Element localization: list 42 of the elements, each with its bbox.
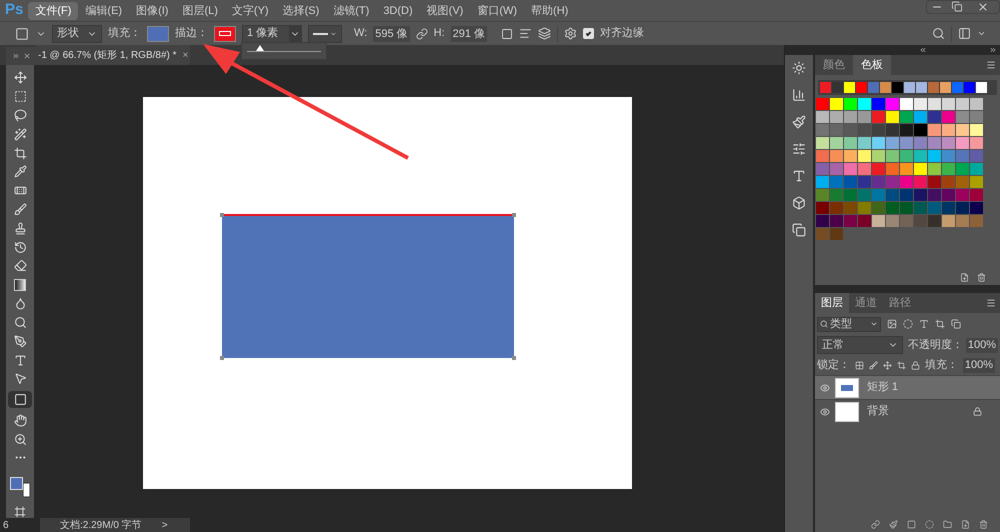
width-field[interactable]: 595 像 xyxy=(373,26,410,42)
menu-item[interactable]: 选择(S) xyxy=(276,2,326,20)
width-label: W: xyxy=(354,26,368,42)
menu-item[interactable]: 滤镜(T) xyxy=(326,2,376,20)
panel-tab[interactable]: 图层 xyxy=(814,293,849,313)
layer-row[interactable]: 背景 xyxy=(814,399,1000,423)
height-field[interactable]: 291 像 xyxy=(450,26,488,42)
document-tab[interactable]: -1 @ 66.7% (矩形 1, RGB/8#) * × xyxy=(36,45,190,65)
zoom-level[interactable]: 6 xyxy=(0,518,40,532)
align-edges-label: 对齐边缘 xyxy=(600,26,644,42)
opacity-label: 不透明度： xyxy=(908,338,963,353)
tab-close[interactable]: × xyxy=(182,48,188,62)
layer-name[interactable]: 矩形 1 xyxy=(866,379,1000,396)
menu-item[interactable]: 窗口(W) xyxy=(470,2,524,20)
menu-item[interactable]: 视图(V) xyxy=(420,2,470,20)
stroke-label: 描边： xyxy=(175,26,208,42)
panel-tab[interactable]: 路径 xyxy=(882,293,917,313)
layer-row[interactable]: 矩形 1 xyxy=(814,375,1000,399)
document-info: 文档:2.29M/0 字节 xyxy=(60,518,142,532)
menu-item[interactable]: 3D(D) xyxy=(376,2,420,20)
menu-item[interactable]: 图层(L) xyxy=(175,2,225,20)
menu-item[interactable]: 图像(I) xyxy=(129,2,176,20)
panel-tab[interactable]: 通道 xyxy=(848,293,883,313)
opacity-field[interactable]: 100% xyxy=(966,338,998,352)
fill-label: 填充： xyxy=(108,26,141,42)
menu-item[interactable]: 文字(Y) xyxy=(224,2,276,20)
app-logo: Ps xyxy=(4,0,24,20)
panel-tab[interactable]: 颜色 xyxy=(814,55,853,75)
stroke-width-dropdown[interactable]: 1 像素 xyxy=(242,24,302,42)
filter-dropdown[interactable]: 类型 xyxy=(816,316,881,332)
lock-label: 锁定： xyxy=(816,358,850,373)
menu-item[interactable]: 帮助(H) xyxy=(524,2,576,20)
menu-item[interactable]: 文件(F) xyxy=(28,2,78,20)
menu-item[interactable]: 编辑(E) xyxy=(78,2,130,20)
blend-mode-dropdown[interactable]: 正常 xyxy=(816,336,903,354)
panel-tab[interactable]: 色板 xyxy=(852,55,891,75)
mode-dropdown[interactable]: 形状 xyxy=(52,24,102,42)
layer-name[interactable]: 背景 xyxy=(866,403,973,420)
fill-label: 填充： xyxy=(924,358,958,373)
status-menu-arrow[interactable]: > xyxy=(162,518,168,532)
height-label: H: xyxy=(434,26,445,42)
fill-field[interactable]: 100% xyxy=(962,358,995,372)
